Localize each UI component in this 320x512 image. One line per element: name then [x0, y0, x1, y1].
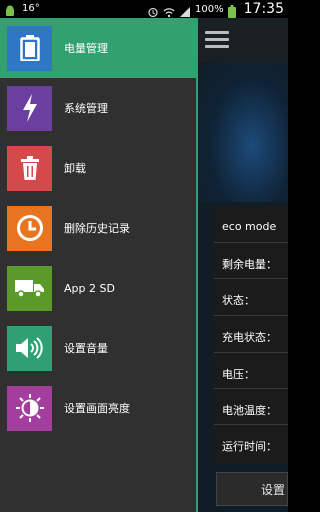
navigation-drawer: 电量管理 系统管理 卸载 删除历史记录 App 2 SD 设置音量 设置画面亮度 [0, 18, 198, 512]
drawer-item-label: 电量管理 [64, 42, 108, 55]
divider [214, 352, 288, 353]
divider [214, 424, 288, 425]
drawer-item-clear-history[interactable]: 删除历史记录 [0, 198, 196, 258]
drawer-item-label: App 2 SD [64, 281, 115, 295]
info-row-temperature: 电池温度： [222, 404, 277, 417]
wifi-icon [163, 3, 175, 18]
info-row-voltage: 电压： [222, 368, 255, 381]
drawer-item-power-management[interactable]: 电量管理 [0, 18, 196, 78]
drawer-item-label: 设置画面亮度 [64, 402, 130, 415]
drawer-item-label: 设置音量 [64, 342, 108, 355]
info-row-eco-mode[interactable]: eco mode [222, 220, 276, 233]
drawer-item-label: 卸载 [64, 162, 86, 175]
battery-info-panel: eco mode 剩余电量： 状态： 充电状态： 电压： 电池温度： 运行时间： [214, 206, 288, 464]
battery-status-icon [227, 3, 240, 18]
clock-text: 17:35 [243, 1, 284, 17]
settings-button[interactable]: 设置 [216, 472, 288, 506]
divider [214, 278, 288, 279]
speaker-icon [7, 325, 52, 371]
lightning-icon [7, 85, 52, 131]
divider [214, 242, 288, 243]
info-row-status: 状态： [222, 294, 255, 307]
status-bar: 16° 100% 17:35 [0, 0, 288, 18]
drawer-item-app2sd[interactable]: App 2 SD [0, 258, 196, 318]
truck-icon [7, 265, 52, 311]
alarm-icon [147, 3, 159, 18]
battery-icon [7, 25, 52, 71]
drawer-item-brightness[interactable]: 设置画面亮度 [0, 378, 196, 438]
drawer-item-label: 系统管理 [64, 102, 108, 115]
info-row-remaining: 剩余电量： [222, 258, 277, 271]
info-row-runtime: 运行时间： [222, 440, 277, 453]
drawer-item-uninstall[interactable]: 卸载 [0, 138, 196, 198]
menu-hamburger-icon[interactable] [205, 31, 229, 49]
drawer-item-volume[interactable]: 设置音量 [0, 318, 196, 378]
divider [214, 388, 288, 389]
trash-icon [7, 145, 52, 191]
info-row-charge-status: 充电状态： [222, 331, 277, 344]
android-icon [4, 2, 16, 16]
battery-percent: 100% [195, 3, 224, 15]
drawer-item-label: 删除历史记录 [64, 222, 130, 235]
temperature-text: 16° [22, 2, 40, 14]
background-glow [198, 62, 288, 202]
clock-icon [7, 205, 52, 251]
divider [214, 315, 288, 316]
signal-icon [179, 3, 191, 17]
brightness-icon [7, 385, 52, 431]
drawer-item-system-management[interactable]: 系统管理 [0, 78, 196, 138]
